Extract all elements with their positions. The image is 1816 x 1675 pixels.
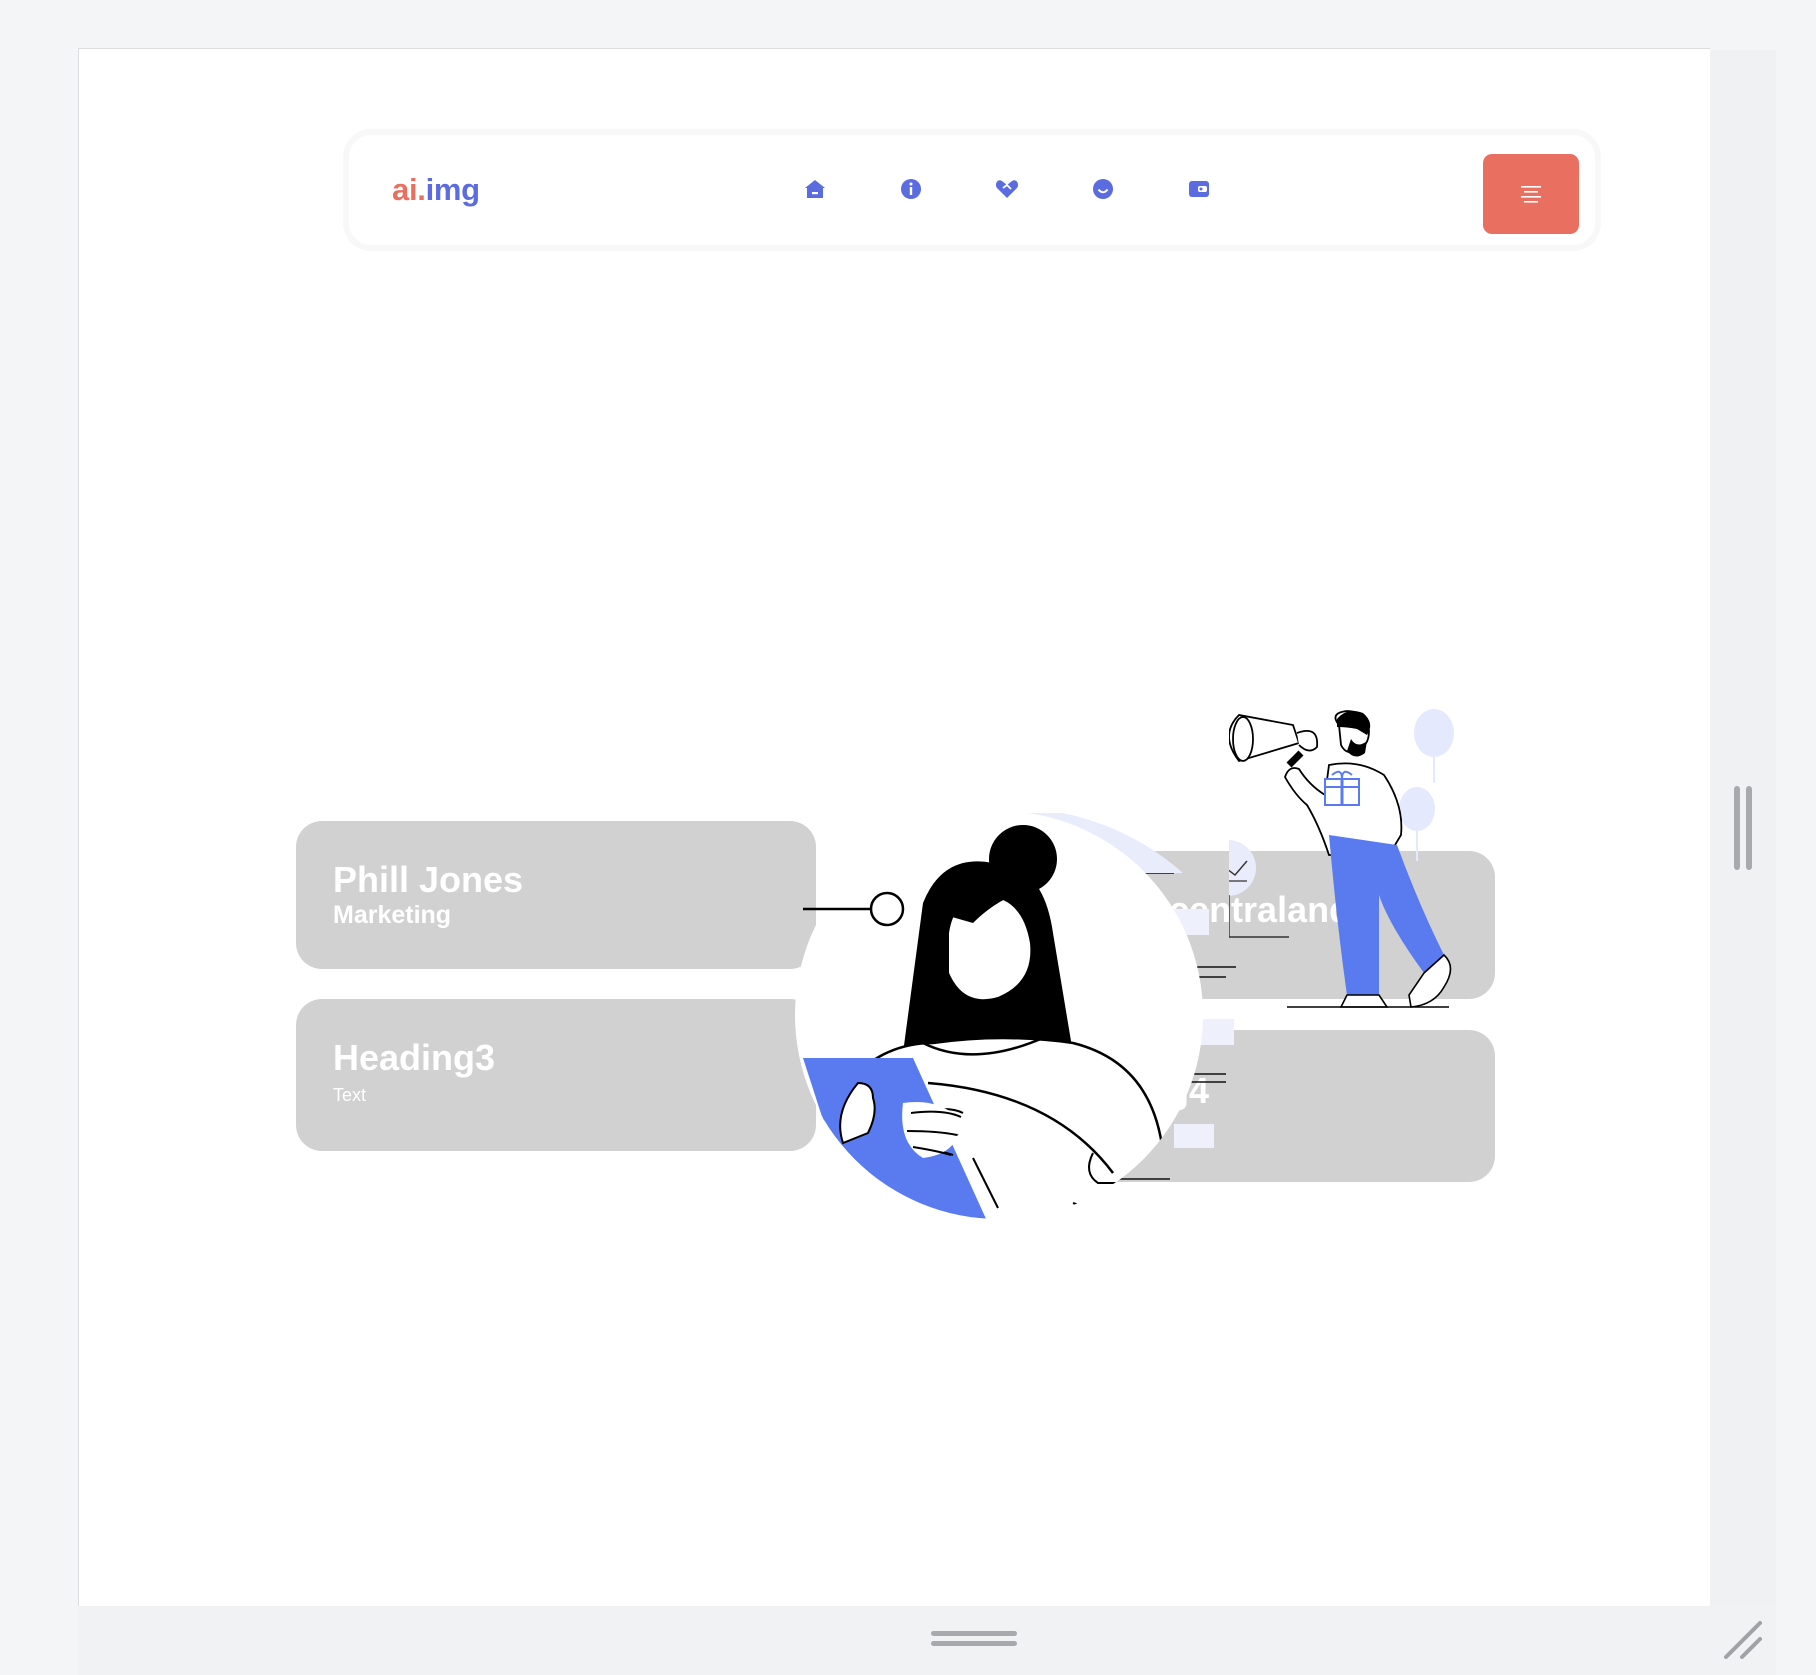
card-title: Phill Jones	[333, 859, 524, 900]
browser-viewport: ai.img Phill Jones Marketing Heading3 Te…	[78, 48, 1710, 1606]
card-subtitle: Marketing	[333, 901, 452, 929]
megaphone-man-illustration	[1229, 709, 1454, 1008]
handshake-icon[interactable]	[995, 177, 1019, 201]
card-phill-jones[interactable]: Phill Jones Marketing	[296, 821, 816, 969]
menu-button[interactable]	[1483, 154, 1579, 234]
card-heading3[interactable]: Heading3 Text	[296, 999, 816, 1151]
bottom-resize-bar[interactable]	[78, 1606, 1776, 1675]
info-icon[interactable]	[899, 177, 923, 201]
logo-part-img: img	[425, 172, 481, 207]
horizontal-drag-handle[interactable]	[931, 1631, 1017, 1636]
menu-icon	[1521, 186, 1541, 203]
wallet-icon[interactable]	[1187, 177, 1211, 201]
resize-corner-icon[interactable]	[1720, 1617, 1766, 1663]
home-icon[interactable]	[803, 177, 827, 201]
smile-icon[interactable]	[1091, 177, 1115, 201]
side-resize-rail[interactable]	[1710, 50, 1776, 1606]
horizontal-drag-handle[interactable]	[931, 1641, 1017, 1646]
logo-part-ai: ai.	[392, 172, 426, 207]
card-subtitle: Text	[333, 1085, 367, 1105]
top-navbar: ai.img	[349, 135, 1595, 245]
woman-tablet-illustration	[795, 813, 1203, 1219]
vertical-drag-handle[interactable]	[1734, 786, 1740, 870]
logo[interactable]: ai.img	[392, 172, 480, 208]
vertical-drag-handle[interactable]	[1746, 786, 1752, 870]
card-title: Heading3	[333, 1037, 496, 1078]
